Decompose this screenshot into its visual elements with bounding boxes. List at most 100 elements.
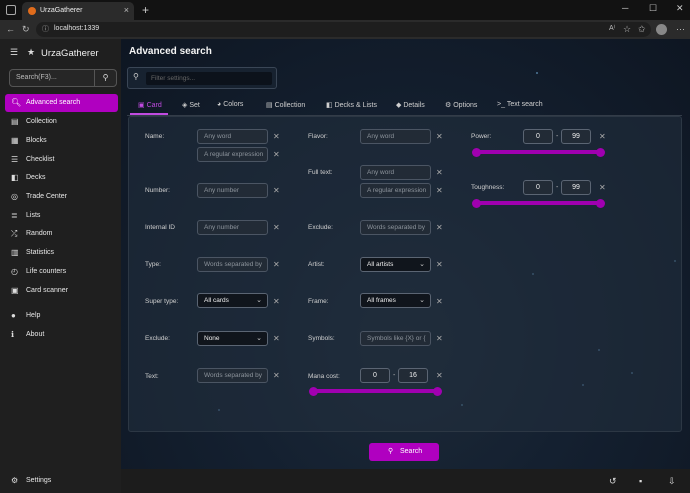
sidebar-item-checklist[interactable]: ☰ Checklist xyxy=(5,151,118,169)
save-icon[interactable]: ▪ xyxy=(639,476,642,486)
clear-icon[interactable]: ✕ xyxy=(436,168,443,177)
clear-icon[interactable]: ✕ xyxy=(436,223,443,232)
sidebar-item-settings[interactable]: ⚙ Settings xyxy=(5,472,118,490)
power-min-input[interactable]: 0 xyxy=(523,129,553,144)
new-tab-button[interactable]: + xyxy=(142,3,149,17)
tab-details[interactable]: ◆ Details xyxy=(396,101,425,109)
app-favicon-icon xyxy=(28,7,36,15)
tab-options[interactable]: ⚙ Options xyxy=(445,101,477,109)
clear-icon[interactable]: ✕ xyxy=(273,132,280,141)
sidebar-item-advanced-search[interactable]: 🔍︎ Advanced search xyxy=(5,94,118,112)
tab-set[interactable]: ◈ Set xyxy=(182,101,200,109)
symbols-input[interactable]: Symbols like {X} or {R} xyxy=(360,331,431,346)
clear-icon[interactable]: ✕ xyxy=(599,132,606,141)
clear-icon[interactable]: ✕ xyxy=(273,260,280,269)
mana-max-input[interactable]: 16 xyxy=(398,368,428,383)
tab-decks-lists[interactable]: ◧ Decks & Lists xyxy=(326,101,377,109)
toughness-min-handle[interactable] xyxy=(472,199,481,208)
filter-settings-placeholder: Filter settings... xyxy=(151,75,196,82)
clear-icon[interactable]: ✕ xyxy=(436,334,443,343)
tab-colors[interactable]: ◕ Colors xyxy=(217,101,243,108)
internal-id-input[interactable]: Any number xyxy=(197,220,268,235)
close-tab-icon[interactable]: × xyxy=(124,5,129,15)
scanner-icon: ▣ xyxy=(11,286,19,295)
sidebar-item-random[interactable]: ⤮ Random xyxy=(5,225,118,243)
clear-icon[interactable]: ✕ xyxy=(273,297,280,306)
favorite-star-icon[interactable]: ☆ xyxy=(623,24,631,35)
mana-max-handle[interactable] xyxy=(433,387,442,396)
site-info-icon[interactable]: ⓘ xyxy=(42,24,49,34)
clear-icon[interactable]: ✕ xyxy=(273,150,280,159)
load-icon[interactable]: ⇩ xyxy=(668,476,676,487)
exclude-select[interactable]: None ⌄ xyxy=(197,331,268,346)
favorites-icon[interactable]: ✩ xyxy=(638,24,646,35)
sidebar-item-statistics[interactable]: ▥ Statistics xyxy=(5,244,118,262)
sidebar-item-card-scanner[interactable]: ▣ Card scanner xyxy=(5,282,118,300)
frame-select[interactable]: All frames ⌄ xyxy=(360,293,431,308)
filter-settings-input[interactable]: Filter settings... xyxy=(146,72,272,85)
power-slider-track[interactable] xyxy=(476,150,601,154)
shuffle-icon: ⤮ xyxy=(11,229,18,238)
power-min-handle[interactable] xyxy=(472,148,481,157)
toughness-max-input[interactable]: 99 xyxy=(561,180,591,195)
toughness-slider-track[interactable] xyxy=(476,201,601,205)
sidebar-search-input[interactable]: Search(F3)... ⚲ xyxy=(9,69,117,87)
search-button[interactable]: ⚲ Search xyxy=(369,443,439,461)
clear-icon[interactable]: ✕ xyxy=(273,223,280,232)
type-input[interactable]: Words separated by commas xyxy=(197,257,268,272)
power-max-input[interactable]: 99 xyxy=(561,129,591,144)
sidebar-item-decks[interactable]: ◧ Decks xyxy=(5,169,118,187)
artist-select[interactable]: All artists ⌄ xyxy=(360,257,431,272)
full-text-word-input[interactable]: Any word xyxy=(360,165,431,180)
name-word-input[interactable]: Any word xyxy=(197,129,268,144)
clear-icon[interactable]: ✕ xyxy=(273,334,280,343)
toughness-max-handle[interactable] xyxy=(596,199,605,208)
sidebar-item-life-counters[interactable]: ◴ Life counters xyxy=(5,263,118,281)
sidebar-item-blocks[interactable]: ▦ Blocks xyxy=(5,132,118,150)
maximize-button[interactable]: ☐ xyxy=(649,3,657,14)
mana-min-input[interactable]: 0 xyxy=(360,368,390,383)
mana-min-handle[interactable] xyxy=(309,387,318,396)
clear-icon[interactable]: ✕ xyxy=(436,371,443,380)
browser-tab[interactable]: UrzaGatherer × xyxy=(22,2,134,20)
sidebar-item-collection[interactable]: ▤ Collection xyxy=(5,113,118,131)
tab-actions-icon[interactable] xyxy=(6,5,16,15)
more-menu-icon[interactable]: ⋯ xyxy=(676,24,685,35)
toughness-min-input[interactable]: 0 xyxy=(523,180,553,195)
back-icon[interactable]: ← xyxy=(6,24,15,34)
power-max-handle[interactable] xyxy=(596,148,605,157)
profile-avatar[interactable] xyxy=(656,24,667,35)
clear-icon[interactable]: ✕ xyxy=(436,132,443,141)
text-input[interactable]: Words separated by commas xyxy=(197,368,268,383)
tab-text-search[interactable]: >_ Text search xyxy=(497,101,543,108)
sidebar-item-about[interactable]: ℹ About xyxy=(5,326,118,344)
name-regex-input[interactable]: A regular expression xyxy=(197,147,268,162)
tab-card[interactable]: ▣ Card xyxy=(138,101,162,109)
tab-collection[interactable]: ▤ Collection xyxy=(266,101,305,109)
number-input[interactable]: Any number xyxy=(197,183,268,198)
clear-icon[interactable]: ✕ xyxy=(273,371,280,380)
hamburger-menu-icon[interactable]: ☰ xyxy=(10,47,18,58)
read-aloud-icon[interactable]: A⁾ xyxy=(609,24,615,32)
reset-icon[interactable]: ↺ xyxy=(609,476,617,487)
clear-icon[interactable]: ✕ xyxy=(599,183,606,192)
clear-icon[interactable]: ✕ xyxy=(436,297,443,306)
sidebar-item-help[interactable]: ● Help xyxy=(5,307,118,325)
super-type-select[interactable]: All cards ⌄ xyxy=(197,293,268,308)
sidebar-item-trade-center[interactable]: ◎ Trade Center xyxy=(5,188,118,206)
exclude-words-input[interactable]: Words separated by commas xyxy=(360,220,431,235)
minimize-button[interactable]: ─ xyxy=(622,3,628,13)
internal-id-label: Internal ID xyxy=(145,224,175,231)
close-window-button[interactable]: ✕ xyxy=(676,3,684,14)
search-icon[interactable]: ⚲ xyxy=(94,70,116,86)
sidebar-item-lists[interactable]: ≣ Lists xyxy=(5,207,118,225)
clear-icon[interactable]: ✕ xyxy=(436,260,443,269)
mana-cost-slider-track[interactable] xyxy=(313,389,438,393)
flavor-input[interactable]: Any word xyxy=(360,129,431,144)
url-field[interactable]: ⓘ localhost:1339 xyxy=(36,22,651,37)
full-text-regex-input[interactable]: A regular expression xyxy=(360,183,431,198)
number-label: Number: xyxy=(145,187,170,194)
clear-icon[interactable]: ✕ xyxy=(273,186,280,195)
refresh-icon[interactable]: ↻ xyxy=(22,24,30,35)
clear-icon[interactable]: ✕ xyxy=(436,186,443,195)
